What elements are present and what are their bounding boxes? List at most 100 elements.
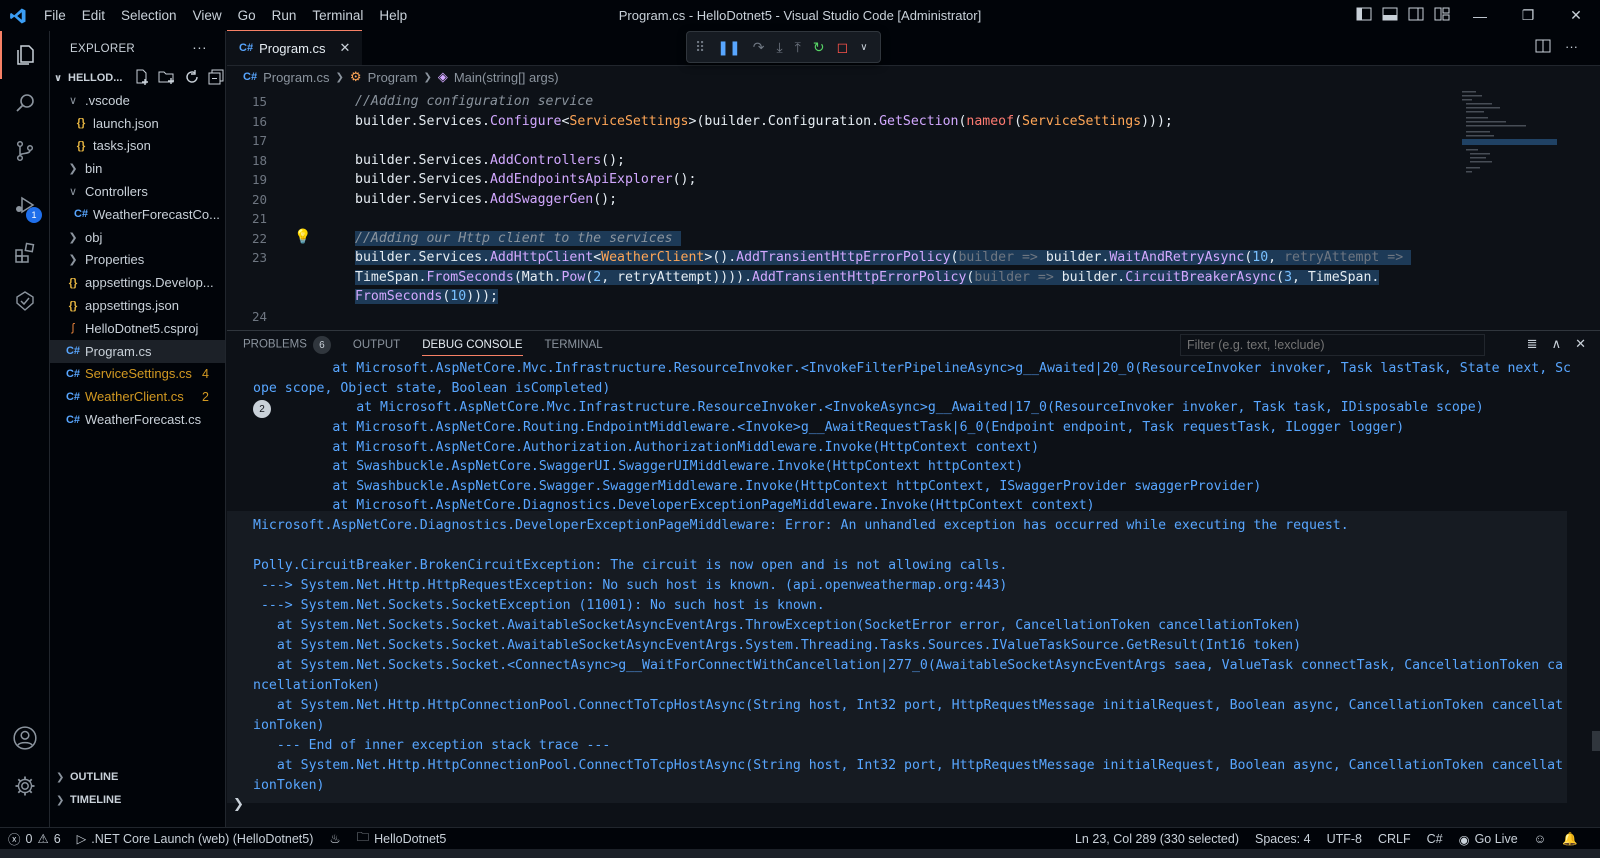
manage-gear-icon[interactable] [0,762,50,810]
accounts-icon[interactable] [0,714,50,762]
debug-launch-status[interactable]: ▷ .NET Core Launch (web) (HelloDotnet5) [69,831,322,847]
run-debug-icon[interactable]: 1 [0,181,50,229]
breadcrumb-class[interactable]: Program [368,70,418,85]
code-line[interactable]: 20 builder.Services.AddSwaggerGen(); [227,190,1462,210]
maximize-panel-icon[interactable]: ∧ [1552,336,1562,352]
code-editor[interactable]: 15 //Adding configuration service 16 builde… [227,92,1462,326]
encoding[interactable]: UTF-8 [1319,832,1370,846]
extensions-icon[interactable] [0,229,50,277]
tab-problems[interactable]: PROBLEMS 6 [243,336,331,354]
menu-selection[interactable]: Selection [113,0,185,31]
flame-icon[interactable]: ♨ [321,831,348,846]
menu-edit[interactable]: Edit [74,0,113,31]
code-line[interactable]: 15 //Adding configuration service [227,92,1462,112]
chevron-down-icon[interactable]: ∨ [860,42,867,53]
menu-help[interactable]: Help [371,0,415,31]
line-endings[interactable]: CRLF [1370,832,1419,846]
menu-go[interactable]: Go [230,0,264,31]
restore-button[interactable]: ❐ [1504,0,1552,31]
menu-file[interactable]: File [36,0,74,31]
code-line[interactable]: 22 //Adding our Http client to the servic… [227,229,1462,249]
step-into-icon[interactable]: ⤓ [776,39,782,56]
testing-icon[interactable] [0,277,50,325]
new-folder-icon[interactable] [158,69,176,88]
stop-icon[interactable]: ◻ [837,39,849,56]
file-tree-item[interactable]: ʃ HelloDotnet5.csproj [50,317,225,340]
go-live-button[interactable]: ◉ Go Live [1451,832,1526,847]
restart-icon[interactable]: ↻ [813,39,825,56]
file-tree-item[interactable]: {} appsettings.Develop... [50,271,225,294]
explorer-icon[interactable] [0,31,50,79]
split-editor-icon[interactable] [1535,39,1551,56]
taskbar-strip [0,849,1600,858]
file-tree-item[interactable]: C# ServiceSettings.cs 4 [50,363,225,386]
code-line[interactable]: 23 builder.Services.AddHttpClient<Weather… [227,248,1462,268]
indentation[interactable]: Spaces: 4 [1247,832,1319,846]
code-line[interactable]: FromSeconds(10))); [227,287,1462,307]
breadcrumb-file[interactable]: Program.cs [263,70,329,85]
toggle-sidebar-icon[interactable] [1356,7,1372,24]
tab-debug-console[interactable]: DEBUG CONSOLE [422,339,523,356]
file-tree-item[interactable]: C# WeatherForecast.cs [50,408,225,431]
language-mode[interactable]: C# [1419,832,1451,846]
notifications-bell-icon[interactable]: 🔔 [1554,832,1586,847]
menu-terminal[interactable]: Terminal [304,0,371,31]
file-tree-item[interactable]: {} launch.json [50,112,225,135]
code-line[interactable]: 19 builder.Services.AddEndpointsApiExplor… [227,170,1462,190]
cursor-position[interactable]: Ln 23, Col 289 (330 selected) [1067,832,1247,846]
tab-output[interactable]: OUTPUT [353,339,400,351]
search-icon[interactable] [0,79,50,127]
close-tab-icon[interactable]: ✕ [340,40,351,56]
problems-status[interactable]: ⓧ 0 ⚠ 6 [0,829,69,848]
close-window-button[interactable]: ✕ [1552,0,1600,31]
file-tree-item[interactable]: C# Program.cs [50,339,225,363]
close-panel-icon[interactable]: ✕ [1575,336,1586,352]
toggle-secondary-sidebar-icon[interactable] [1408,7,1424,24]
file-tree-item[interactable]: ❯ obj [50,226,225,249]
code-line[interactable]: 16 builder.Services.Configure<ServiceSett… [227,112,1462,132]
toggle-panel-icon[interactable] [1382,7,1398,24]
more-actions-icon[interactable]: ··· [192,39,207,55]
minimize-button[interactable]: — [1456,0,1504,31]
more-editor-actions-icon[interactable]: ··· [1565,39,1578,56]
code-line[interactable]: 17 [227,131,1462,151]
file-tree-item[interactable]: C# WeatherForecastCo... [50,203,225,226]
tab-terminal[interactable]: TERMINAL [545,339,603,351]
code-line[interactable]: 21 [227,209,1462,229]
menu-view[interactable]: View [185,0,230,31]
feedback-icon[interactable]: ☺ [1526,832,1555,846]
file-tree-item[interactable]: {} appsettings.json [50,294,225,317]
customize-layout-icon[interactable] [1434,7,1450,24]
file-tree-item[interactable]: ∨ .vscode [50,89,225,112]
tab-program-cs[interactable]: C# Program.cs ✕ [227,30,363,65]
file-tree-item[interactable]: {} tasks.json [50,135,225,158]
source-control-icon[interactable] [0,127,50,175]
breadcrumb-method[interactable]: Main(string[] args) [454,70,559,85]
timeline-section[interactable]: ❯ TIMELINE [50,789,226,811]
file-tree-item[interactable]: C# WeatherClient.cs 2 [50,385,225,408]
file-tree-item[interactable]: ❯ Properties [50,249,225,272]
console-filter-input[interactable] [1180,334,1485,356]
code-line[interactable]: 18 builder.Services.AddControllers(); [227,151,1462,171]
clear-console-icon[interactable]: ≣ [1527,336,1538,352]
project-root[interactable]: ∨ HELLOD... [50,67,225,89]
outline-section[interactable]: ❯ OUTLINE [50,766,226,788]
drag-handle-icon[interactable]: ⠿ [695,39,705,56]
pause-icon[interactable]: ❚❚ [717,39,740,56]
console-input-prompt[interactable]: ❯ [233,796,244,812]
code-line[interactable]: 24 [227,307,1462,327]
step-out-icon[interactable]: ⤒ [795,39,801,56]
collapse-all-icon[interactable] [208,69,224,88]
minimap[interactable] [1462,87,1557,197]
code-line[interactable]: TimeSpan.FromSeconds(Math.Pow(2, retryAt… [227,268,1462,288]
file-tree-item[interactable]: ❯ bin [50,157,225,180]
menu-run[interactable]: Run [264,0,305,31]
panel-scrollbar[interactable] [1592,731,1600,751]
status-bar: ⓧ 0 ⚠ 6 ▷ .NET Core Launch (web) (HelloDotn… [0,827,1600,849]
lightbulb-icon[interactable]: 💡 [294,228,311,245]
folder-status[interactable]: 🗀 HelloDotnet5 [349,828,455,849]
new-file-icon[interactable] [134,69,150,88]
file-tree-item[interactable]: ∨ Controllers [50,180,225,203]
step-over-icon[interactable]: ↷ [753,39,765,56]
refresh-icon[interactable] [184,69,200,88]
